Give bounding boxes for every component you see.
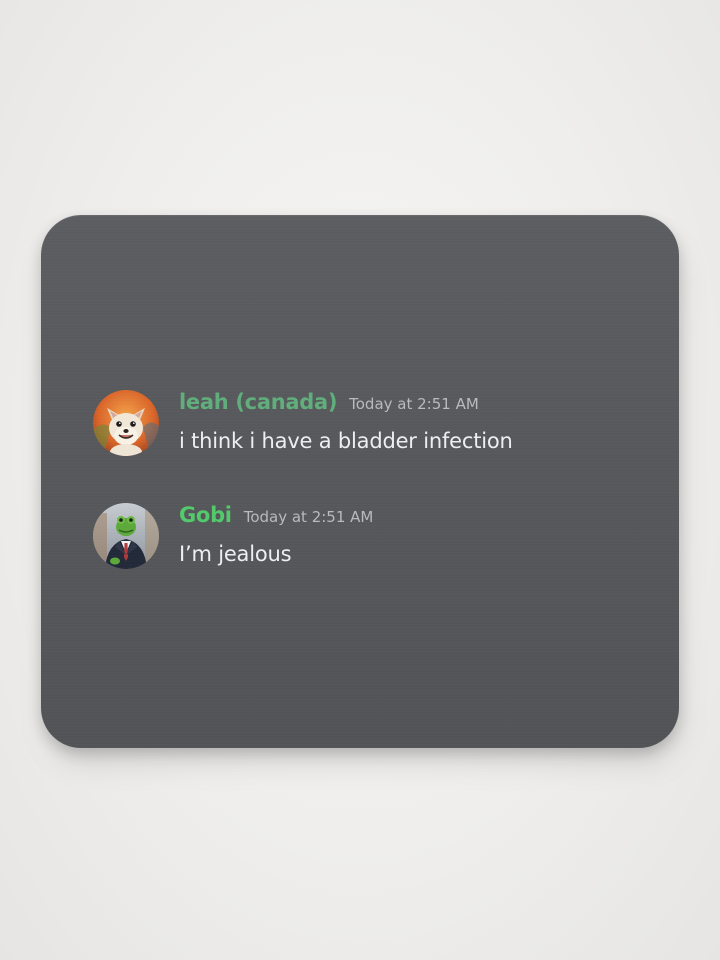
frog-in-suit-avatar[interactable] [93,503,159,569]
timestamp: Today at 2:51 AM [243,508,374,526]
username[interactable]: leah (canada) [179,390,337,414]
message-header: Gobi Today at 2:51 AM [179,503,373,533]
message-content: I’m jealous [179,542,292,566]
message-header: leah (canada) Today at 2:51 AM [179,390,479,420]
message-content: i think i have a bladder infection [179,429,513,453]
chihuahua-avatar[interactable] [93,390,159,456]
timestamp: Today at 2:51 AM [349,395,479,413]
mousepad: leah (canada) Today at 2:51 AM i think i… [41,215,679,748]
username[interactable]: Gobi [179,503,232,527]
